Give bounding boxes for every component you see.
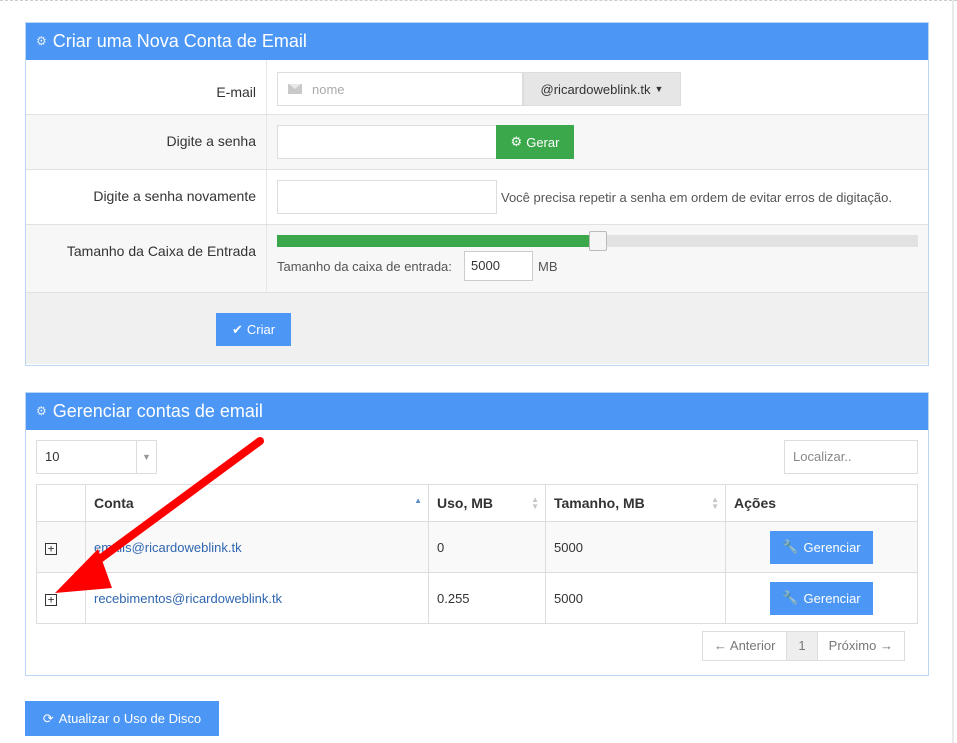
arrow-shaft [74, 437, 264, 579]
arrow-annotation [55, 437, 264, 593]
